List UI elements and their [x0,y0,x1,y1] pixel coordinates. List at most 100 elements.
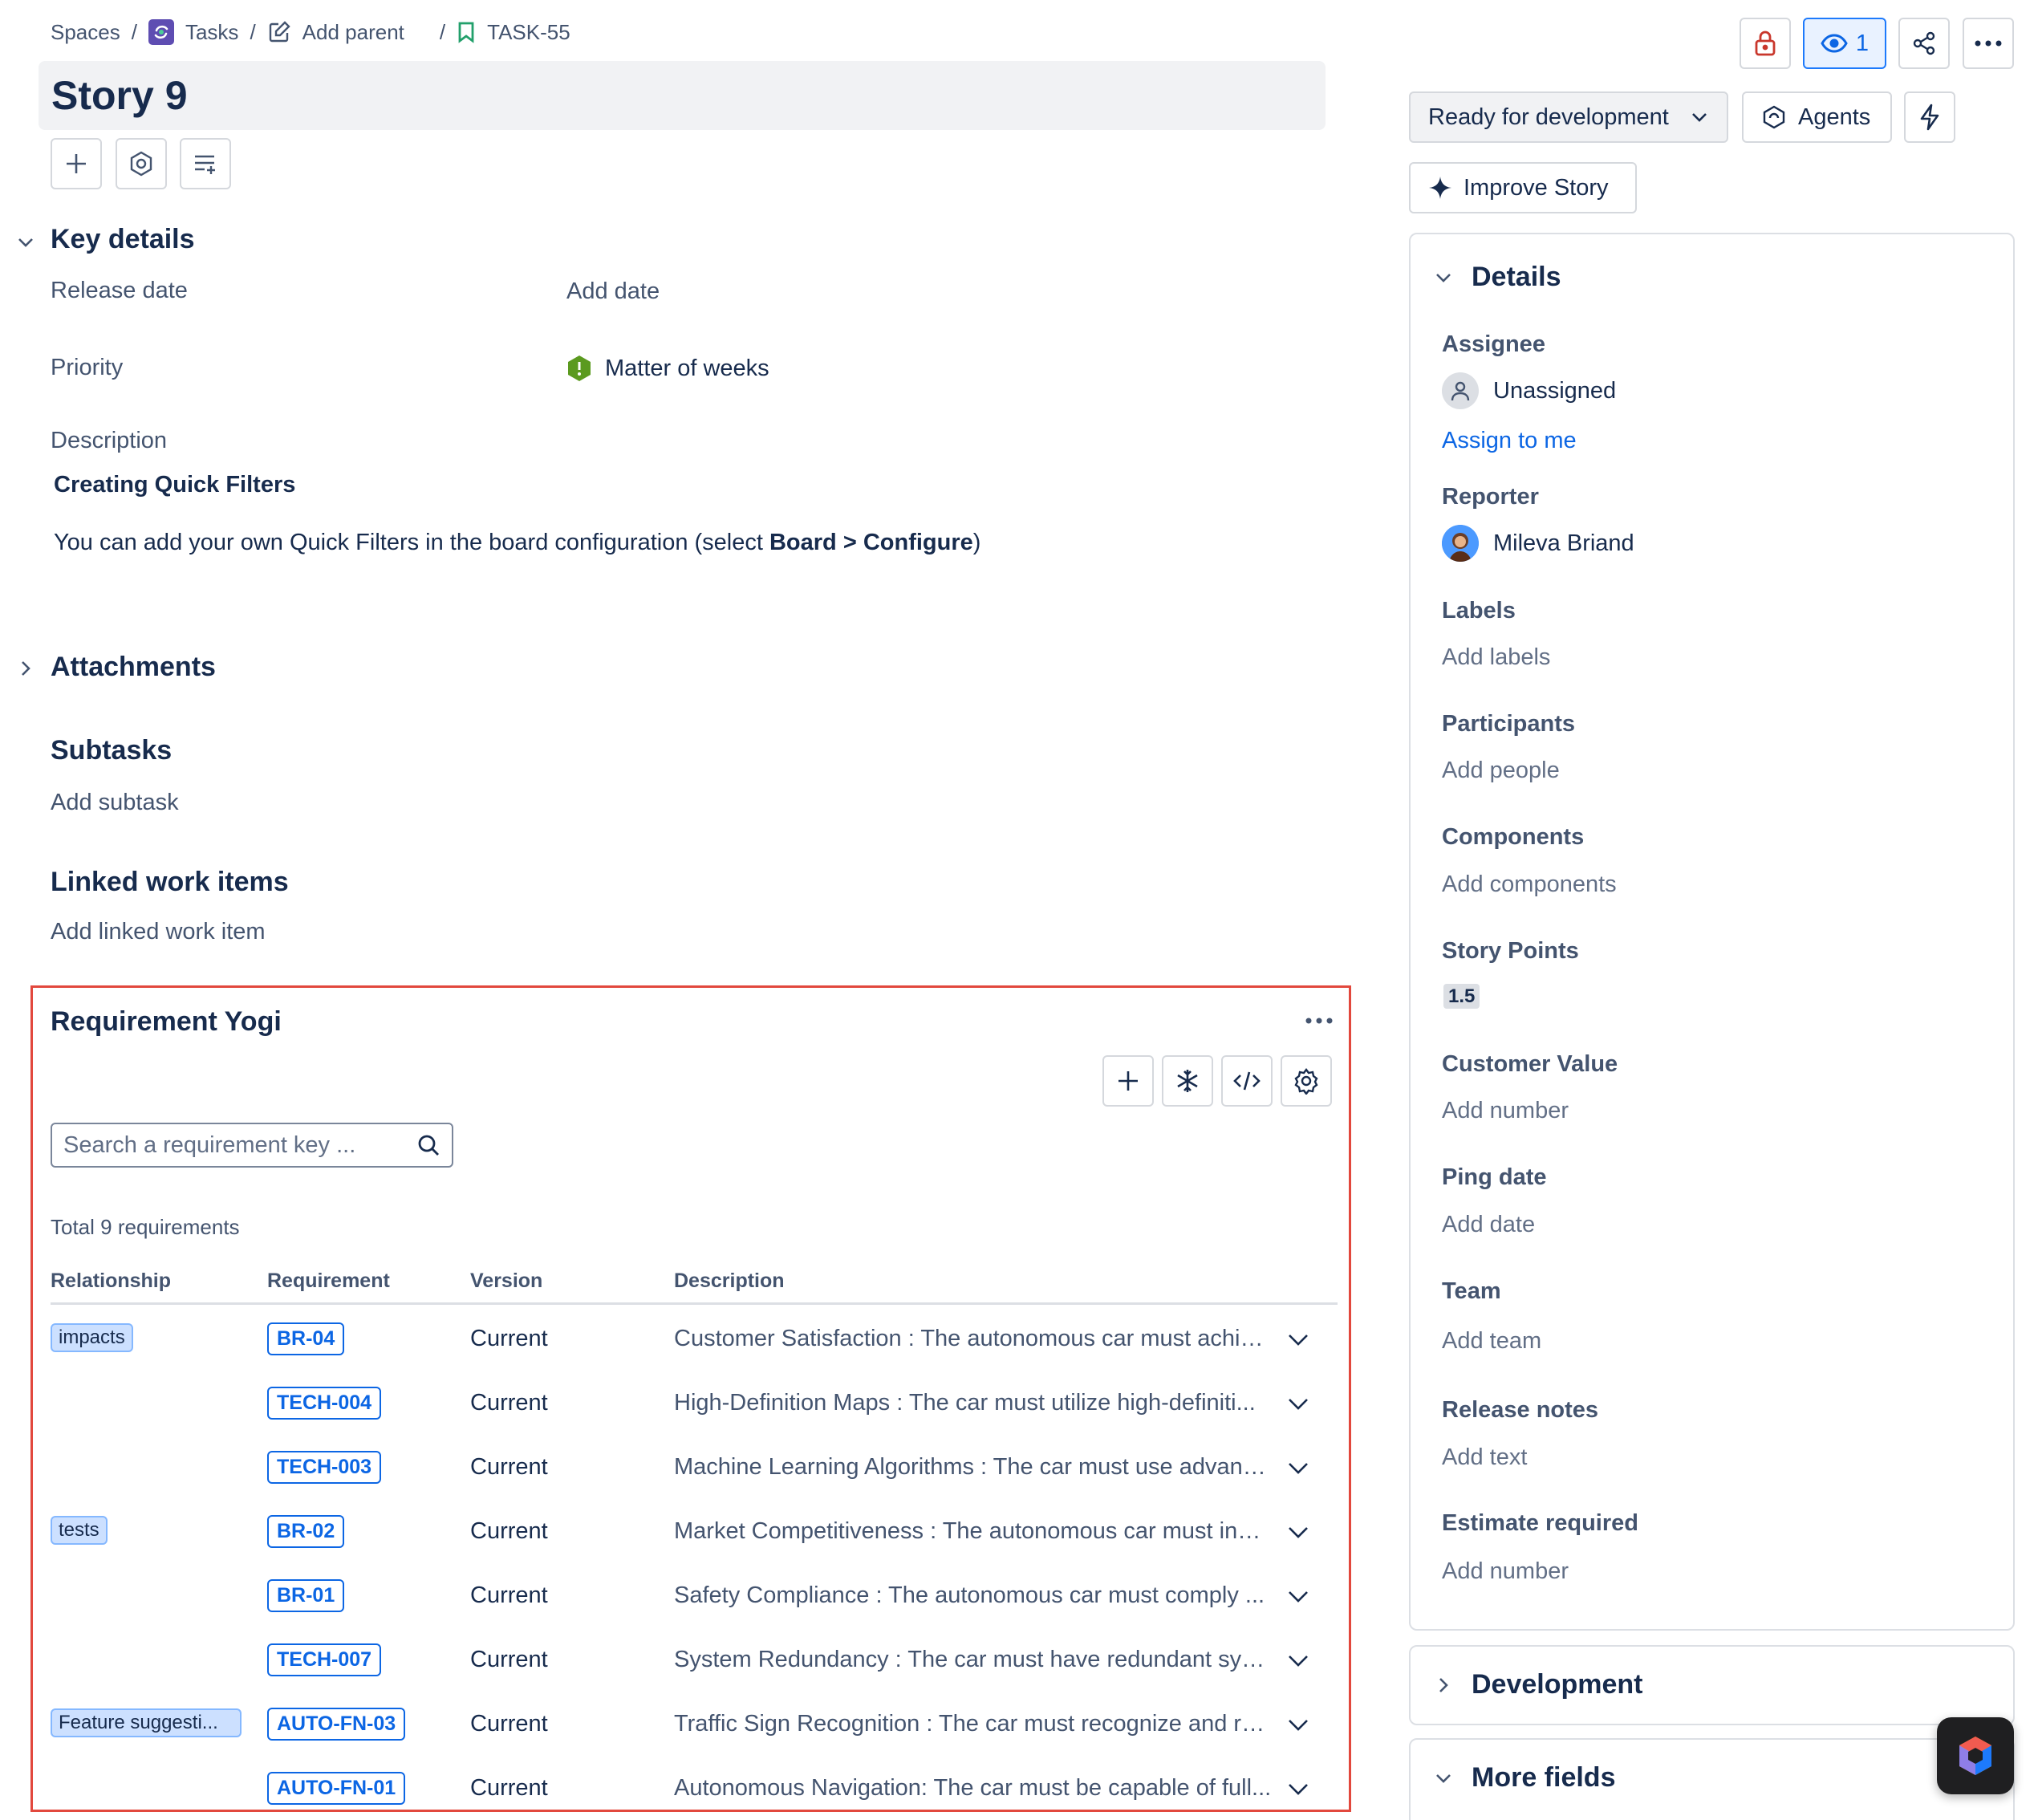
version-cell: Current [470,1711,548,1737]
requirement-key-link[interactable]: AUTO-FN-03 [267,1708,406,1741]
estimate-required-field[interactable]: Add number [1442,1558,1569,1585]
breadcrumb: Spaces / Tasks / Add parent / TASK-55 [51,18,570,47]
requirement-key-link[interactable]: TECH-007 [267,1643,382,1676]
labels-field[interactable]: Add labels [1442,644,1550,671]
key-details-chevron-down-icon[interactable] [14,231,37,258]
breadcrumb-separator: / [250,19,256,44]
embed-code-button[interactable] [1221,1055,1273,1107]
requirement-key-link[interactable]: AUTO-FN-01 [267,1772,406,1805]
requirement-key-link[interactable]: TECH-004 [267,1387,382,1420]
requirement-key-link[interactable]: BR-02 [267,1515,345,1548]
story-points-field[interactable]: 1.5 [1443,984,1480,1009]
description-cell: System Redundancy : The car must have re… [674,1647,1272,1672]
row-expand-chevron-icon[interactable] [1286,1586,1310,1607]
breadcrumb-spaces[interactable]: Spaces [51,20,120,45]
customer-value-label: Customer Value [1442,1051,1618,1077]
add-subtask-link[interactable]: Add subtask [51,790,179,816]
add-button[interactable] [51,138,102,189]
improve-story-button[interactable]: Improve Story [1409,162,1637,213]
column-requirement: Requirement [267,1270,390,1292]
share-icon [1913,31,1935,55]
more-horizontal-icon [1975,40,2002,47]
breadcrumb-separator: / [439,19,446,44]
add-requirement-button[interactable] [1102,1055,1154,1107]
more-fields-header[interactable]: More fields [1433,1762,1615,1794]
assign-to-me-link[interactable]: Assign to me [1442,428,1577,454]
description-text-part: You can add your own Quick Filters in th… [54,530,769,555]
assignee-field[interactable]: Unassigned [1442,372,1616,409]
relationship-tag: Feature suggesti... [51,1708,242,1737]
linked-work-items-heading: Linked work items [51,867,289,897]
reporter-field[interactable]: Mileva Briand [1442,525,1634,562]
requirement-yogi-more-button[interactable] [1305,1013,1334,1033]
page-title[interactable]: Story 9 [39,61,1326,130]
breadcrumb-tasks-label: Tasks [185,19,239,44]
search-icon [418,1135,439,1156]
description-text[interactable]: You can add your own Quick Filters in th… [54,530,980,556]
team-label: Team [1442,1278,1501,1304]
ping-date-field[interactable]: Add date [1442,1212,1535,1238]
relationship-tag: impacts [51,1323,133,1352]
release-date-field[interactable]: Add date [566,278,660,305]
watch-button[interactable]: 1 [1803,18,1886,69]
add-checklist-button[interactable] [180,138,231,189]
requirement-key-link[interactable]: TECH-003 [267,1451,382,1484]
components-field[interactable]: Add components [1442,871,1617,898]
release-notes-field[interactable]: Add text [1442,1444,1527,1471]
row-expand-chevron-icon[interactable] [1286,1393,1310,1414]
edit-icon [267,20,291,44]
column-relationship: Relationship [51,1270,172,1292]
row-expand-chevron-icon[interactable] [1286,1778,1310,1799]
gear-icon [1294,1068,1318,1095]
row-expand-chevron-icon[interactable] [1286,1650,1310,1671]
development-header[interactable]: Development [1433,1669,1643,1700]
description-cell: Market Competitiveness : The autonomous … [674,1518,1272,1544]
priority-field[interactable]: Matter of weeks [566,355,769,382]
details-header[interactable]: Details [1433,262,1561,293]
more-actions-button[interactable] [1963,18,2014,69]
key-details-heading[interactable]: Key details [51,224,195,255]
agents-button[interactable]: Agents [1742,91,1892,143]
requirement-key-link[interactable]: BR-04 [267,1322,345,1355]
status-dropdown[interactable]: Ready for development [1409,91,1728,143]
row-expand-chevron-icon[interactable] [1286,1521,1310,1542]
team-field[interactable]: Add team [1442,1328,1541,1355]
agents-label: Agents [1798,104,1871,130]
freeze-button[interactable] [1162,1055,1213,1107]
details-heading: Details [1472,262,1561,292]
version-cell: Current [470,1775,548,1801]
settings-button[interactable] [1281,1055,1332,1107]
assistant-button[interactable] [1937,1717,2014,1794]
breadcrumb-tasks[interactable]: Tasks [148,19,238,45]
requirement-key-link[interactable]: BR-01 [267,1579,345,1612]
customer-value-field[interactable]: Add number [1442,1098,1569,1124]
attachments-heading[interactable]: Attachments [51,652,216,683]
version-cell: Current [470,1390,548,1416]
more-horizontal-icon [1305,1018,1333,1024]
eye-icon [1821,34,1848,53]
chevron-down-icon [1692,113,1707,122]
breadcrumb-task-key[interactable]: TASK-55 [457,20,570,45]
attachments-chevron-right-icon[interactable] [14,657,37,684]
version-cell: Current [470,1647,548,1672]
add-parent-link[interactable]: Add parent [267,20,404,45]
row-expand-chevron-icon[interactable] [1286,1457,1310,1478]
automation-button[interactable] [1904,91,1955,143]
participants-field[interactable]: Add people [1442,758,1560,784]
requirement-search-input[interactable]: Search a requirement key ... [51,1123,453,1168]
watch-count: 1 [1855,30,1870,56]
restrictions-button[interactable] [1740,18,1791,69]
description-cell: Safety Compliance : The autonomous car m… [674,1582,1265,1608]
apps-button[interactable] [116,138,167,189]
plus-icon [1118,1071,1138,1091]
priority-hexagon-icon [568,355,591,381]
unassigned-avatar-icon [1442,372,1479,409]
row-expand-chevron-icon[interactable] [1286,1329,1310,1350]
subtasks-heading: Subtasks [51,735,173,766]
share-button[interactable] [1898,18,1950,69]
add-linked-work-item-link[interactable]: Add linked work item [51,919,266,945]
row-expand-chevron-icon[interactable] [1286,1714,1310,1735]
column-version: Version [470,1270,543,1292]
description-cell: Customer Satisfaction : The autonomous c… [674,1326,1272,1351]
table-header-divider [51,1302,1338,1305]
